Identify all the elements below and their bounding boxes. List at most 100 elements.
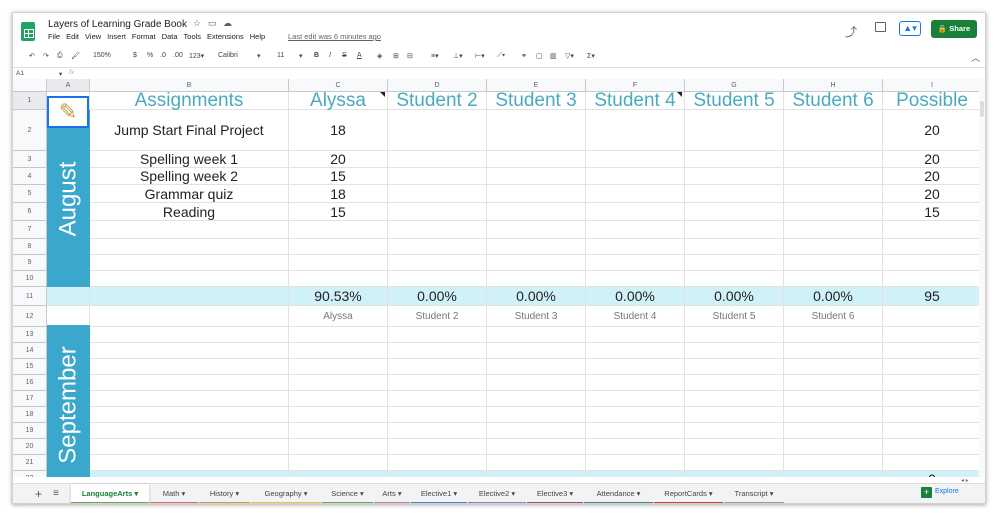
cell-d12[interactable]: Student 2 (388, 306, 487, 327)
menu-insert[interactable]: Insert (107, 32, 126, 41)
merge-cells-icon[interactable]: ⊟ (407, 52, 413, 60)
row-header-18[interactable]: 18 (13, 407, 47, 423)
menu-tools[interactable]: Tools (184, 32, 202, 41)
sheet-tab-elective1[interactable]: Elective1 ▾ (411, 484, 467, 503)
cell-f14[interactable] (586, 343, 685, 359)
cell-g22[interactable] (685, 471, 784, 477)
cell-e17[interactable] (487, 391, 586, 407)
sheets-logo-icon[interactable] (21, 22, 35, 41)
cell-b21[interactable] (90, 455, 289, 471)
row-header-14[interactable]: 14 (13, 343, 47, 359)
sheet-tab-elective3[interactable]: Elective3 ▾ (527, 484, 583, 503)
cell-d14[interactable] (388, 343, 487, 359)
cell-b16[interactable] (90, 375, 289, 391)
cell-c19[interactable] (289, 423, 388, 439)
cell-d11[interactable]: 0.00% (388, 287, 487, 306)
cell-c22[interactable] (289, 471, 388, 477)
cell-h18[interactable] (784, 407, 883, 423)
cell-b20[interactable] (90, 439, 289, 455)
cell-h4[interactable] (784, 168, 883, 185)
text-wrap-icon[interactable]: ⊢▾ (475, 52, 485, 60)
cell-f19[interactable] (586, 423, 685, 439)
row-header-9[interactable]: 9 (13, 255, 47, 271)
cell-f5[interactable] (586, 185, 685, 203)
cell-b19[interactable] (90, 423, 289, 439)
cell-note-indicator[interactable] (677, 92, 682, 97)
cell-b7[interactable] (90, 221, 289, 239)
cell-c10[interactable] (289, 271, 388, 287)
strikethrough-button[interactable]: S (342, 52, 347, 59)
cell-c20[interactable] (289, 439, 388, 455)
chevron-down-icon[interactable]: ▾ (360, 489, 364, 498)
present-button[interactable]: ▲▾ (899, 21, 921, 36)
bold-button[interactable]: B (314, 52, 319, 59)
last-edit-link[interactable]: Last edit was 6 minutes ago (288, 32, 381, 41)
cell-f10[interactable] (586, 271, 685, 287)
cell-d2[interactable] (388, 110, 487, 151)
chevron-down-icon[interactable]: ▾ (134, 489, 138, 498)
cell-g7[interactable] (685, 221, 784, 239)
cell-e14[interactable] (487, 343, 586, 359)
cell-g13[interactable] (685, 327, 784, 343)
cell-g5[interactable] (685, 185, 784, 203)
cell-d17[interactable] (388, 391, 487, 407)
cell-c9[interactable] (289, 255, 388, 271)
chevron-down-icon[interactable]: ▾ (511, 489, 515, 498)
sheet-tab-math[interactable]: Math ▾ (150, 484, 198, 503)
cell-e13[interactable] (487, 327, 586, 343)
print-icon[interactable]: ⎙ (57, 52, 63, 60)
cell-i19[interactable] (883, 423, 979, 439)
cell-h1[interactable]: Student 6 (784, 90, 883, 111)
font-size-select[interactable]: 11 (277, 52, 284, 59)
cell-b4[interactable]: Spelling week 2 (90, 168, 289, 185)
row-header-16[interactable]: 16 (13, 375, 47, 391)
sheet-tab-attendance[interactable]: Attendance ▾ (584, 484, 653, 503)
chevron-down-icon[interactable]: ▾ (637, 489, 641, 498)
cell-f15[interactable] (586, 359, 685, 375)
cell-e19[interactable] (487, 423, 586, 439)
percent-format-button[interactable]: % (147, 52, 153, 59)
currency-format-button[interactable]: $ (133, 52, 137, 59)
row-header-12[interactable]: 12 (13, 306, 47, 327)
cell-g2[interactable] (685, 110, 784, 151)
cell-c12[interactable]: Alyssa (289, 306, 388, 327)
sheet-tab-transcript[interactable]: Transcript ▾ (724, 484, 784, 503)
row-header-10[interactable]: 10 (13, 271, 47, 287)
cell-h16[interactable] (784, 375, 883, 391)
sheet-tab-arts[interactable]: Arts ▾ (374, 484, 410, 503)
sheet-tab-reportcards[interactable]: ReportCards ▾ (654, 484, 723, 503)
cell-f1[interactable]: Student 4 (586, 90, 685, 111)
cell-b2[interactable]: Jump Start Final Project (90, 110, 289, 151)
collapse-menu-icon[interactable]: ︿ (971, 51, 980, 64)
cell-i2[interactable]: 20 (883, 110, 979, 151)
cell-f6[interactable] (586, 203, 685, 221)
cell-h3[interactable] (784, 151, 883, 168)
cell-g19[interactable] (685, 423, 784, 439)
row-header-20[interactable]: 20 (13, 439, 47, 455)
row-header-15[interactable]: 15 (13, 359, 47, 375)
name-box-dropdown-icon[interactable]: ▾ (59, 70, 62, 78)
cell-b10[interactable] (90, 271, 289, 287)
cell-c3[interactable]: 20 (289, 151, 388, 168)
cell-i20[interactable] (883, 439, 979, 455)
cell-d6[interactable] (388, 203, 487, 221)
cell-e21[interactable] (487, 455, 586, 471)
cell-g1[interactable]: Student 5 (685, 90, 784, 111)
undo-icon[interactable]: ↶ (29, 52, 35, 60)
redo-icon[interactable]: ↷ (43, 52, 49, 60)
cell-d19[interactable] (388, 423, 487, 439)
cell-g15[interactable] (685, 359, 784, 375)
cell-b15[interactable] (90, 359, 289, 375)
cell-b6[interactable]: Reading (90, 203, 289, 221)
cell-b8[interactable] (90, 239, 289, 255)
row-header-7[interactable]: 7 (13, 221, 47, 239)
row-header-3[interactable]: 3 (13, 151, 47, 168)
cell-g11[interactable]: 0.00% (685, 287, 784, 306)
cell-a11[interactable] (47, 287, 90, 306)
cell-d21[interactable] (388, 455, 487, 471)
cell-e18[interactable] (487, 407, 586, 423)
menu-view[interactable]: View (85, 32, 101, 41)
fill-color-icon[interactable]: ◈ (377, 52, 382, 60)
cell-e10[interactable] (487, 271, 586, 287)
chevron-down-icon[interactable]: ▾ (453, 489, 457, 498)
